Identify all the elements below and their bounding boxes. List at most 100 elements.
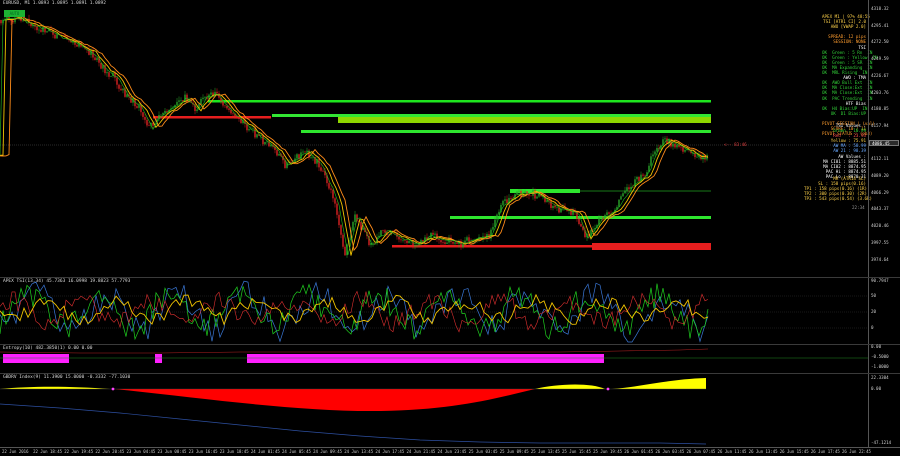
candle-body — [90, 50, 92, 55]
candle-body — [176, 101, 178, 106]
candle-body — [456, 242, 458, 244]
candle-body — [680, 146, 682, 148]
candle-body — [236, 117, 238, 118]
price-level-label: <-- 83:46 — [724, 142, 747, 147]
price-chart[interactable] — [0, 0, 868, 277]
time-axis-label: 26 Jun 13:45 — [748, 449, 778, 454]
candle-body — [400, 239, 402, 241]
time-axis-label: 24 Jun 13:45 — [344, 449, 374, 454]
candle-body — [654, 151, 656, 155]
candle-body — [552, 205, 554, 208]
price-axis-tick: 4043.37 — [871, 206, 889, 212]
time-axis-label: 24 Jun 09:45 — [313, 449, 343, 454]
index-signal-marker — [606, 387, 610, 391]
candle-body — [108, 72, 110, 77]
candle-body — [260, 135, 262, 136]
candle-body — [200, 98, 202, 105]
time-axis-label: 23 Jun 04:45 — [126, 449, 156, 454]
candle-body — [22, 20, 24, 22]
zone-lime-3[interactable] — [338, 117, 711, 123]
candle-body — [54, 34, 56, 39]
time-axis-label: 24 Jun 17:45 — [375, 449, 405, 454]
panel-time: 22:34 — [852, 205, 865, 210]
index-axis-tick: 22.3304 — [871, 375, 889, 380]
candle-body — [76, 44, 78, 47]
zone-red-3[interactable] — [592, 243, 711, 250]
index-yellow-area-mid — [535, 384, 605, 389]
zone-red-2[interactable] — [392, 245, 592, 248]
candle-body — [118, 84, 120, 89]
candle-body — [446, 242, 448, 244]
candle-body — [440, 240, 442, 243]
time-axis-label: 23 Jun 08:45 — [157, 449, 187, 454]
time-axis-label: 26 Jun 07:45 — [686, 449, 716, 454]
candle-body — [330, 188, 332, 190]
entropy-pane[interactable]: Entropy(10) 482.3850(1) 0.00 0.00 — [0, 345, 868, 373]
time-axis-label: 22 Jun 2016 — [2, 449, 29, 454]
auto-badge[interactable]: AUTO — [4, 10, 25, 17]
candle-body — [116, 77, 118, 85]
time-axis-label: 26 Jun 11:45 — [717, 449, 747, 454]
candle-body — [682, 147, 684, 152]
price-axis-tick: 4272.50 — [871, 39, 889, 45]
tsi-pane[interactable]: APEX TSI(13,34) 45.7363 16.0998 19.8823 … — [0, 278, 868, 344]
candle-body — [444, 242, 446, 244]
candle-body — [162, 112, 164, 115]
price-axis[interactable]: 4318.32 4295.41 4272.50 4249.59 4226.67 4203.… — [868, 0, 900, 277]
price-axis-tick: 4112.11 — [871, 156, 889, 162]
candle-body — [442, 242, 444, 243]
current-price-marker: 4086.45 — [869, 140, 899, 146]
index-axis[interactable]: 22.3304 0.00 -47.1214 — [868, 374, 900, 447]
candle-body — [466, 237, 468, 241]
candle-body — [674, 143, 676, 148]
candle-body — [318, 159, 320, 168]
candle-body — [492, 226, 494, 230]
main-chart-pane[interactable]: EURUSD, M1 1.0893 1.0895 1.0891 1.0892 A… — [0, 0, 877, 277]
price-axis-tick: 4295.41 — [871, 22, 889, 28]
zone-green-2[interactable] — [272, 114, 711, 117]
tsi-values-panel: TSI Values : Green : 10.99 Red : 23.93 Yell… — [822, 123, 866, 179]
zone-red-1[interactable] — [153, 116, 271, 119]
candle-body — [96, 57, 98, 61]
index-title: GBDRV Index(9) 11.3900 15.0000 -0.3332 -… — [3, 375, 131, 380]
candle-body — [620, 196, 622, 200]
zone-green-1[interactable] — [208, 100, 711, 103]
zone-green-4[interactable] — [301, 130, 711, 133]
tsi-axis-tick: 20 — [871, 309, 877, 314]
tsi-axis-tick: 0 — [871, 325, 874, 330]
price-axis-tick: 4203.76 — [871, 89, 889, 95]
tsi-axis[interactable]: 90.7947 50 20 0 — [868, 278, 900, 344]
candle-body — [226, 105, 228, 109]
entropy-chart — [0, 348, 868, 363]
tsi-green-line — [0, 283, 709, 341]
candle-body — [322, 170, 324, 172]
stats-row: OK MA Close:Ext IN — [822, 90, 873, 96]
candle-body — [546, 200, 548, 202]
candle-body — [506, 199, 508, 204]
candle-body — [276, 149, 278, 156]
time-axis-label: 22 Jun 19:45 — [64, 449, 94, 454]
time-axis-label: 25 Jun 13:45 — [530, 449, 560, 454]
candle-body — [136, 106, 138, 108]
candle-body — [144, 116, 146, 120]
candle-body — [578, 218, 580, 224]
candle-body — [342, 234, 344, 247]
candle-body — [160, 114, 162, 116]
candle-body — [462, 243, 464, 248]
candle-body — [344, 246, 346, 256]
time-axis-label: 24 Jun 23:45 — [437, 449, 467, 454]
candle-body — [106, 72, 108, 74]
candlesticks — [0, 12, 708, 258]
candle-body — [628, 187, 630, 190]
candle-body — [454, 242, 456, 244]
index-pane[interactable]: GBDRV Index(9) 11.3900 15.0000 -0.3332 -… — [0, 374, 868, 447]
candle-body — [656, 147, 658, 152]
candle-body — [550, 200, 552, 208]
candle-body — [148, 125, 150, 127]
candle-body — [284, 160, 286, 168]
candle-body — [340, 225, 342, 235]
candle-body — [328, 183, 330, 189]
candle-body — [438, 238, 440, 241]
candle-body — [120, 88, 122, 91]
entropy-axis[interactable]: 0.00 -0.5000 -1.0000 — [868, 344, 900, 373]
